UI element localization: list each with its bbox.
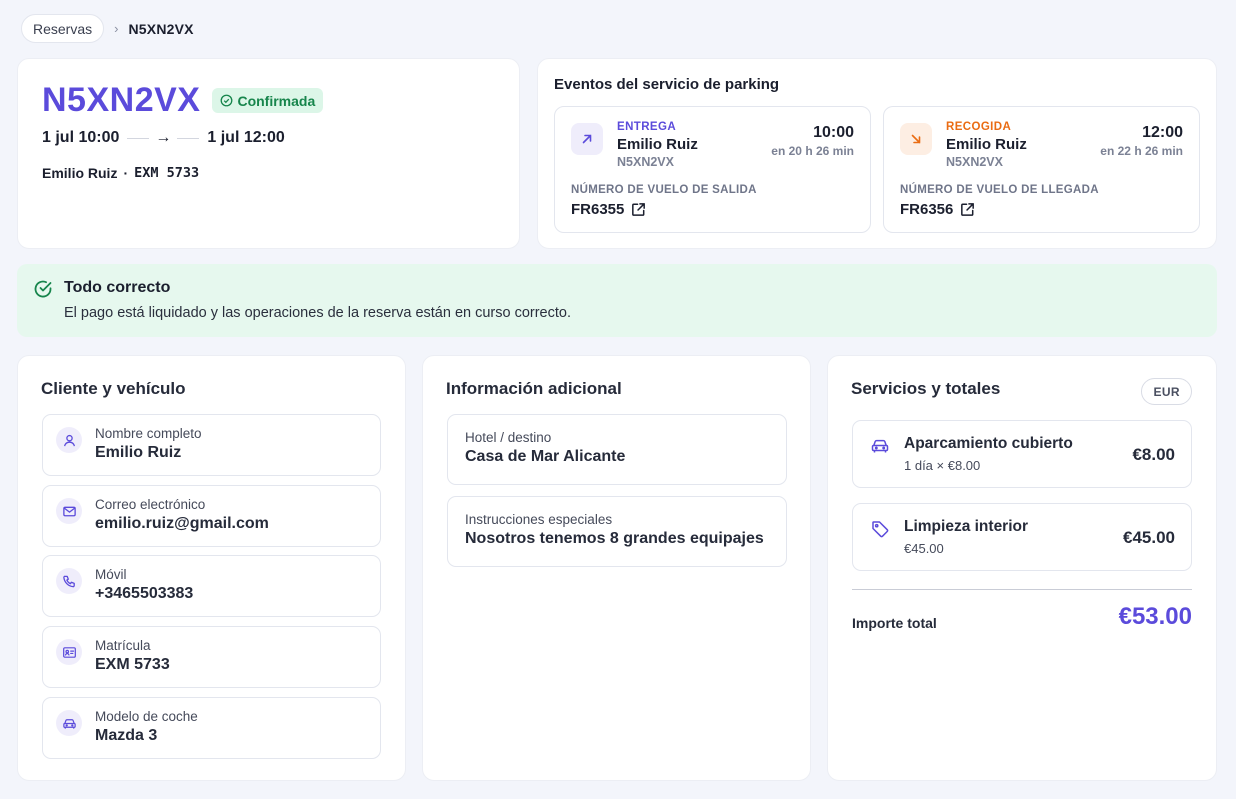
pickup-booking-code: N5XN2VX xyxy=(946,155,1003,169)
status-badge: Confirmada xyxy=(212,88,324,113)
field-label: Hotel / destino xyxy=(465,430,552,445)
time-line-right xyxy=(177,137,200,139)
time-line-left xyxy=(127,137,150,139)
delivery-booking-code: N5XN2VX xyxy=(617,155,674,169)
status-label: Confirmada xyxy=(237,92,316,109)
additional-info-panel: Información adicional Hotel / destino Ca… xyxy=(422,355,811,781)
arrival-flight-label: NÚMERO DE VUELO DE LLEGADA xyxy=(900,184,1099,196)
breadcrumb-separator: › xyxy=(114,21,119,36)
field-label: Correo electrónico xyxy=(95,497,206,512)
booking-end-time: 1 jul 12:00 xyxy=(207,129,285,146)
separator-dot: · xyxy=(123,165,129,181)
events-title: Eventos del servicio de parking xyxy=(554,76,780,93)
tag-icon xyxy=(872,521,889,538)
check-circle-icon xyxy=(34,280,52,298)
alert-message: El pago está liquidado y las operaciones… xyxy=(64,305,571,321)
pickup-client-name: Emilio Ruiz xyxy=(946,136,1027,153)
pickup-event[interactable]: RECOGIDA Emilio Ruiz N5XN2VX 12:00 en 22… xyxy=(883,106,1200,233)
booking-client-row: Emilio Ruiz · EXM 5733 xyxy=(42,165,199,181)
field-plate: Matrícula EXM 5733 xyxy=(42,626,381,688)
client-vehicle-panel: Cliente y vehículo Nombre completo Emili… xyxy=(17,355,406,781)
field-label: Matrícula xyxy=(95,638,151,653)
field-label: Nombre completo xyxy=(95,426,202,441)
totals-divider xyxy=(852,589,1192,590)
breadcrumb-current: N5XN2VX xyxy=(128,20,194,37)
delivery-event[interactable]: ENTREGA Emilio Ruiz N5XN2VX 10:00 en 20 … xyxy=(554,106,871,233)
arrival-flight-number: FR6356 xyxy=(900,201,954,218)
service-name: Aparcamiento cubierto xyxy=(904,435,1073,452)
field-email: Correo electrónico emilio.ruiz@gmail.com xyxy=(42,485,381,547)
service-item: Aparcamiento cubierto 1 día × €8.00 €8.0… xyxy=(852,420,1192,488)
booking-summary-card: N5XN2VX Confirmada 1 jul 10:00 → 1 jul 1… xyxy=(17,58,520,249)
field-hotel: Hotel / destino Casa de Mar Alicante xyxy=(447,414,787,485)
field-value: +3465503383 xyxy=(95,585,194,602)
booking-code: N5XN2VX xyxy=(42,81,201,119)
pickup-kind: RECOGIDA xyxy=(946,121,1012,133)
arrow-up-right-icon xyxy=(571,123,603,155)
external-link-icon xyxy=(632,203,646,216)
car-icon xyxy=(56,710,82,736)
delivery-time: 10:00 xyxy=(813,124,854,141)
service-price: €45.00 xyxy=(1123,528,1175,547)
field-value: Emilio Ruiz xyxy=(95,444,182,461)
field-value: Casa de Mar Alicante xyxy=(465,448,626,465)
service-detail: €45.00 xyxy=(904,541,944,556)
arrival-flight-link[interactable]: FR6356 xyxy=(900,201,976,218)
total-label: Importe total xyxy=(852,615,937,631)
breadcrumb-reservas-link[interactable]: Reservas xyxy=(21,14,105,43)
delivery-relative-time: en 20 h 26 min xyxy=(771,144,854,158)
departure-flight-label: NÚMERO DE VUELO DE SALIDA xyxy=(571,184,757,196)
field-value: Mazda 3 xyxy=(95,727,158,744)
field-value: Nosotros tenemos 8 grandes equipajes xyxy=(465,530,764,547)
service-detail: 1 día × €8.00 xyxy=(904,458,981,473)
field-special-instructions: Instrucciones especiales Nosotros tenemo… xyxy=(447,496,787,567)
departure-flight-number: FR6355 xyxy=(571,201,625,218)
field-label: Modelo de coche xyxy=(95,709,198,724)
delivery-client-name: Emilio Ruiz xyxy=(617,136,698,153)
check-circle-icon xyxy=(221,94,233,107)
total-amount: €53.00 xyxy=(1118,603,1192,630)
panel-title: Servicios y totales xyxy=(851,379,1001,398)
service-name: Limpieza interior xyxy=(904,518,1029,535)
panel-title: Cliente y vehículo xyxy=(41,379,186,398)
booking-plate: EXM 5733 xyxy=(134,165,200,181)
currency-badge: EUR xyxy=(1141,378,1192,405)
service-item: Limpieza interior €45.00 €45.00 xyxy=(852,503,1192,571)
booking-header: N5XN2VX Confirmada xyxy=(42,81,324,120)
pickup-time: 12:00 xyxy=(1142,124,1183,141)
field-car-model: Modelo de coche Mazda 3 xyxy=(42,697,381,759)
delivery-kind: ENTREGA xyxy=(617,121,677,133)
arrow-down-right-icon xyxy=(900,123,932,155)
field-label: Instrucciones especiales xyxy=(465,512,613,527)
field-full-name: Nombre completo Emilio Ruiz xyxy=(42,414,381,476)
phone-icon xyxy=(56,568,82,594)
field-phone: Móvil +3465503383 xyxy=(42,555,381,617)
service-price: €8.00 xyxy=(1132,445,1175,464)
field-value: emilio.ruiz@gmail.com xyxy=(95,515,269,532)
booking-client-name: Emilio Ruiz xyxy=(42,165,118,181)
arrow-right-icon: → xyxy=(155,129,172,146)
field-value: EXM 5733 xyxy=(95,656,170,673)
breadcrumb: Reservas › N5XN2VX xyxy=(21,14,194,43)
mail-icon xyxy=(56,498,82,524)
alert-title: Todo correcto xyxy=(64,279,171,296)
panel-title: Información adicional xyxy=(446,379,622,398)
parking-events-card: Eventos del servicio de parking ENTREGA … xyxy=(537,58,1217,249)
field-label: Móvil xyxy=(95,567,127,582)
pickup-relative-time: en 22 h 26 min xyxy=(1100,144,1183,158)
departure-flight-link[interactable]: FR6355 xyxy=(571,201,647,218)
services-totals-panel: Servicios y totales EUR Aparcamiento cub… xyxy=(827,355,1217,781)
booking-start-time: 1 jul 10:00 xyxy=(42,129,120,146)
status-alert: Todo correcto El pago está liquidado y l… xyxy=(17,264,1217,337)
id-card-icon xyxy=(56,639,82,665)
user-icon xyxy=(56,427,82,453)
car-icon xyxy=(871,439,889,453)
booking-time-range: 1 jul 10:00 → 1 jul 12:00 xyxy=(42,129,285,147)
external-link-icon xyxy=(961,203,975,216)
